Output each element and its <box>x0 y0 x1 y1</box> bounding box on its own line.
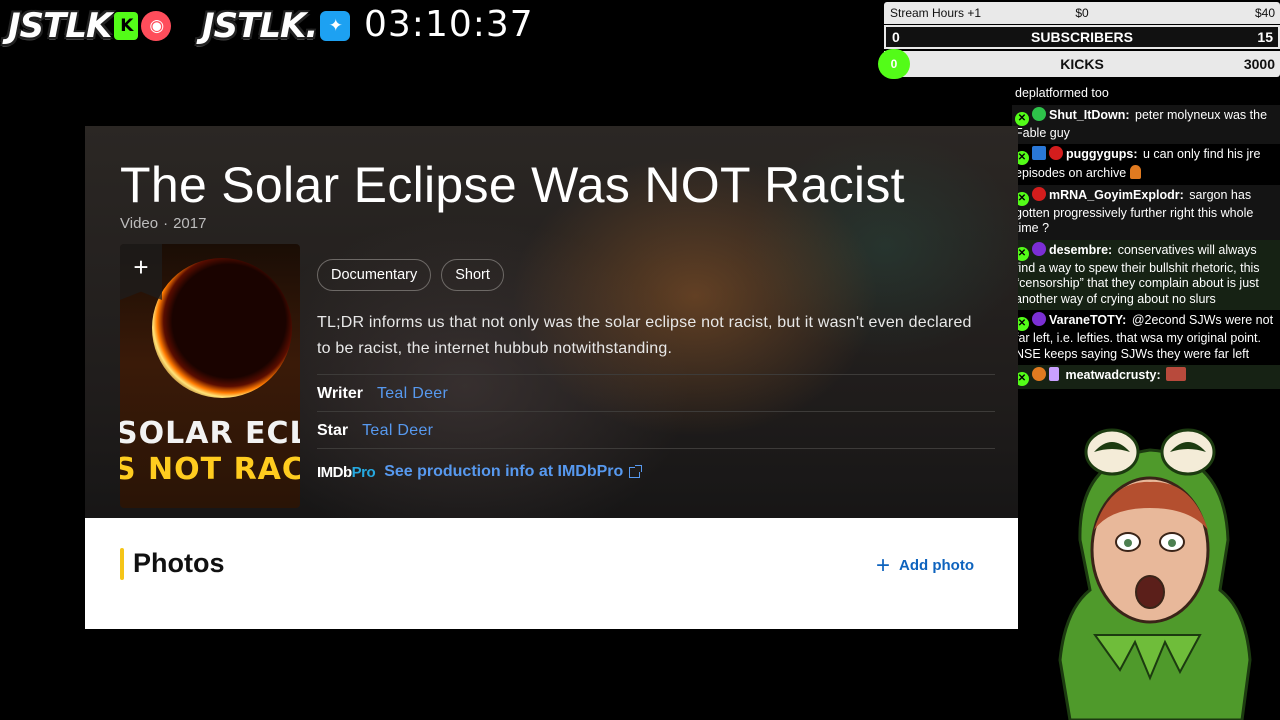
kick-icon: K <box>114 12 139 40</box>
plus-icon: + <box>876 551 891 579</box>
star-link[interactable]: Teal Deer <box>362 422 433 440</box>
poster-image[interactable]: SOLAR ECLI S NOT RAC + <box>120 244 300 508</box>
stream-timer: 03:10:37 <box>364 4 534 45</box>
divider <box>317 374 995 375</box>
credit-label[interactable]: Writer <box>317 385 363 403</box>
chat-username[interactable]: meatwadcrusty: <box>1065 368 1160 382</box>
user-badge-icon <box>1032 241 1046 256</box>
logo-text: JSTLK <box>8 6 112 46</box>
chat-username[interactable]: puggygups: <box>1066 147 1138 161</box>
chat-message: ✕ puggygups: u can only find his jre epis… <box>1012 144 1280 185</box>
subscribers-goal: 0 SUBSCRIBERS 15 <box>884 25 1280 49</box>
genre-chips: Documentary Short <box>317 259 504 291</box>
mod-badge-icon: ✕ <box>1015 111 1029 126</box>
user-badge-icon <box>1032 106 1046 121</box>
divider <box>317 411 995 412</box>
writer-credit: Writer Teal Deer <box>317 385 448 403</box>
user-badge-icon <box>1032 367 1046 381</box>
plot-summary: TL;DR informs us that not only was the s… <box>317 314 972 357</box>
genre-chip[interactable]: Documentary <box>317 259 432 291</box>
imdbpro-row: IMDbPro See production info at IMDbPro <box>317 463 643 481</box>
channel-logo-kick: JSTLK K ◉ <box>8 6 172 46</box>
goal-target: 15 <box>1257 29 1273 45</box>
credit-label[interactable]: Star <box>317 422 348 440</box>
plus-icon: + <box>133 252 149 282</box>
chat-message: deplatformed too <box>1012 84 1280 105</box>
kicks-progress: 0 <box>878 49 910 79</box>
stream-goals: Stream Hours +1 $0 $40 0 SUBSCRIBERS 15 … <box>878 2 1280 79</box>
gift-badge-icon <box>1049 367 1059 381</box>
chat-username[interactable]: Shut_ItDown: <box>1049 108 1130 122</box>
chat-message: ✕ meatwadcrusty: <box>1012 365 1280 389</box>
external-link-icon <box>629 464 643 478</box>
poster-text: SOLAR ECLI <box>120 416 300 451</box>
add-photo-label: Add photo <box>899 557 974 574</box>
chat-text: deplatformed too <box>1015 86 1109 100</box>
streamer-avatar <box>1058 428 1252 720</box>
goal-target: 3000 <box>1243 56 1275 72</box>
chat-username[interactable]: desembre: <box>1049 243 1112 257</box>
divider <box>317 448 995 449</box>
meta-separator: · <box>163 215 169 232</box>
record-icon: ◉ <box>141 11 172 41</box>
genre-chip[interactable]: Short <box>441 259 504 291</box>
writer-link[interactable]: Teal Deer <box>377 385 448 403</box>
goal-target: $40 <box>1254 6 1275 20</box>
sub-badge-icon <box>1032 146 1046 160</box>
goal-label: KICKS <box>1060 56 1104 72</box>
logo-text: JSTLK. <box>202 6 318 46</box>
chat-username[interactable]: VaraneTOTY: <box>1049 313 1126 327</box>
channel-logo-twitter: JSTLK. ✦ <box>202 6 351 46</box>
chat-message: ✕ mRNA_GoyimExplodr: sargon has gotten pr… <box>1012 184 1280 240</box>
goal-current: 0 <box>892 29 900 45</box>
imdb-title-hero: The Solar Eclipse Was NOT Racist Video · 2… <box>85 126 1018 518</box>
title-meta: Video · 2017 <box>120 215 206 232</box>
imdbpro-link[interactable]: See production info at IMDbPro <box>384 463 623 481</box>
goal-label: SUBSCRIBERS <box>1031 29 1133 45</box>
goal-current: $0 <box>1075 6 1089 20</box>
goal-label: Stream Hours +1 <box>890 6 982 20</box>
photos-section: Photos + Add photo <box>85 518 1018 629</box>
user-badge-icon <box>1049 146 1063 160</box>
star-credit: Star Teal Deer <box>317 422 433 440</box>
twitter-icon: ✦ <box>320 11 351 41</box>
chat-username[interactable]: mRNA_GoyimExplodr: <box>1049 188 1184 202</box>
kicks-goal: 0 KICKS 3000 <box>878 49 1280 79</box>
imdbpro-logo: IMDbPro <box>317 463 376 481</box>
title-type: Video <box>120 215 159 232</box>
eclipse-graphic <box>152 258 292 398</box>
emote-icon <box>1166 367 1187 381</box>
page-title: The Solar Eclipse Was NOT Racist <box>120 157 905 213</box>
user-badge-icon <box>1032 186 1046 201</box>
title-year[interactable]: 2017 <box>173 215 206 232</box>
add-to-watchlist-button[interactable]: + <box>120 244 162 300</box>
chat-message: ✕ VaraneTOTY: @2econd SJWs were not far l… <box>1012 310 1280 365</box>
user-badge-icon <box>1032 312 1046 326</box>
poster-text: S NOT RAC <box>120 452 300 487</box>
emote-icon <box>1129 165 1141 179</box>
add-photo-button[interactable]: + Add photo <box>876 551 974 579</box>
photos-heading[interactable]: Photos <box>133 548 225 579</box>
chat-panel: deplatformed too ✕ Shut_ItDown: peter mol… <box>1012 84 1280 404</box>
chat-message: ✕ Shut_ItDown: peter molyneux was the Fab… <box>1012 104 1280 144</box>
chat-message: ✕ desembre: conservatives will always fin… <box>1012 239 1280 310</box>
section-accent-bar <box>120 548 124 580</box>
stream-hours-goal: Stream Hours +1 $0 $40 <box>884 2 1280 24</box>
